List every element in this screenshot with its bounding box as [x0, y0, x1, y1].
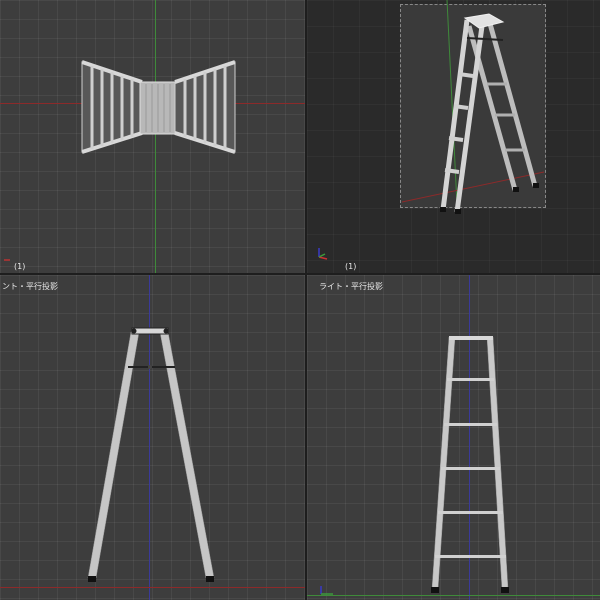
- viewport-perspective[interactable]: (1): [307, 0, 600, 273]
- frame-label: (1): [14, 262, 26, 271]
- ladder-side-model: [431, 336, 509, 593]
- viewport-right[interactable]: ライト・平行投影: [307, 275, 600, 600]
- blender-quad-view: (1) (1) ント・平行投影 ライト・平行投影: [0, 0, 600, 600]
- ladder-top-model: [81, 60, 236, 154]
- viewport-front[interactable]: ント・平行投影: [0, 275, 305, 600]
- ladder-front-model: [87, 327, 215, 582]
- frame-label: (1): [345, 262, 357, 271]
- axis-gizmo-icon: [320, 586, 333, 595]
- ladder-perspective-model: [401, 0, 545, 214]
- viewport-top[interactable]: (1): [0, 0, 305, 273]
- axis-gizmo-icon: [318, 248, 328, 260]
